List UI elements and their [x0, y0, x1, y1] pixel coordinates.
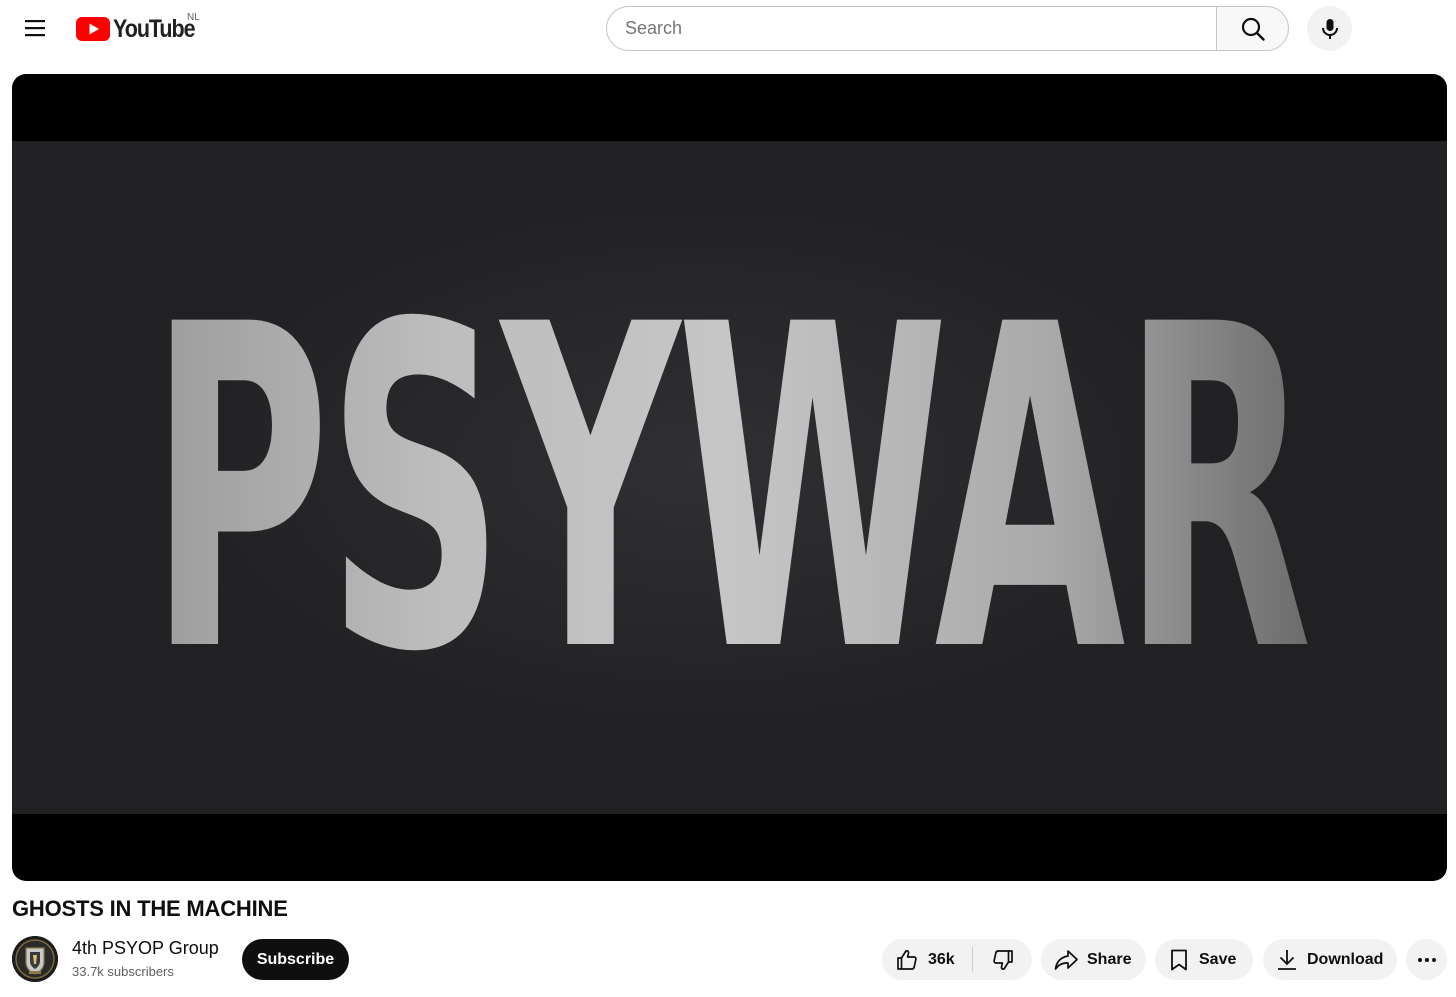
bookmark-icon: [1171, 949, 1187, 970]
thumbs-up-icon: [897, 949, 917, 970]
download-button[interactable]: Download: [1263, 939, 1397, 980]
region-code: NL: [187, 12, 200, 23]
search-icon: [1241, 17, 1265, 41]
channel-avatar[interactable]: [12, 936, 58, 982]
video-player[interactable]: PSYWAR: [12, 74, 1447, 881]
search-box: [606, 6, 1217, 51]
save-button[interactable]: Save: [1155, 939, 1253, 980]
share-label: Share: [1087, 950, 1132, 968]
share-button[interactable]: Share: [1041, 939, 1146, 980]
download-label: Download: [1307, 950, 1384, 968]
frame-title-text: PSYWAR: [149, 231, 1309, 749]
thumbs-down-icon: [992, 949, 1013, 970]
search-input[interactable]: [625, 18, 1217, 39]
frame-title-graphic: PSYWAR: [149, 231, 1315, 749]
guide-menu-button[interactable]: [13, 6, 57, 50]
video-frame: PSYWAR: [12, 141, 1447, 814]
save-label: Save: [1199, 950, 1237, 968]
search-button[interactable]: [1216, 6, 1289, 51]
masthead: YouTube NL: [0, 0, 1456, 56]
download-icon: [1278, 949, 1296, 970]
subscribe-button[interactable]: Subscribe: [242, 939, 349, 980]
like-dislike-group: 36k: [882, 939, 1032, 980]
microphone-icon: [1321, 18, 1338, 39]
video-title: GHOSTS IN THE MACHINE: [12, 896, 288, 921]
like-count: 36k: [928, 950, 955, 968]
share-icon: [1054, 949, 1078, 970]
menu-icon: [25, 20, 45, 37]
channel-crest-icon: [12, 936, 58, 982]
voice-search-button[interactable]: [1307, 6, 1352, 51]
dislike-button[interactable]: [973, 939, 1032, 980]
logo-wordmark: YouTube: [113, 14, 196, 43]
subscriber-count: 33.7k subscribers: [72, 964, 174, 979]
more-actions-button[interactable]: [1406, 939, 1447, 980]
more-icon: [1417, 957, 1436, 962]
youtube-logo-icon: [76, 17, 110, 41]
like-button[interactable]: 36k: [882, 939, 955, 980]
channel-name[interactable]: 4th PSYOP Group: [72, 938, 219, 959]
